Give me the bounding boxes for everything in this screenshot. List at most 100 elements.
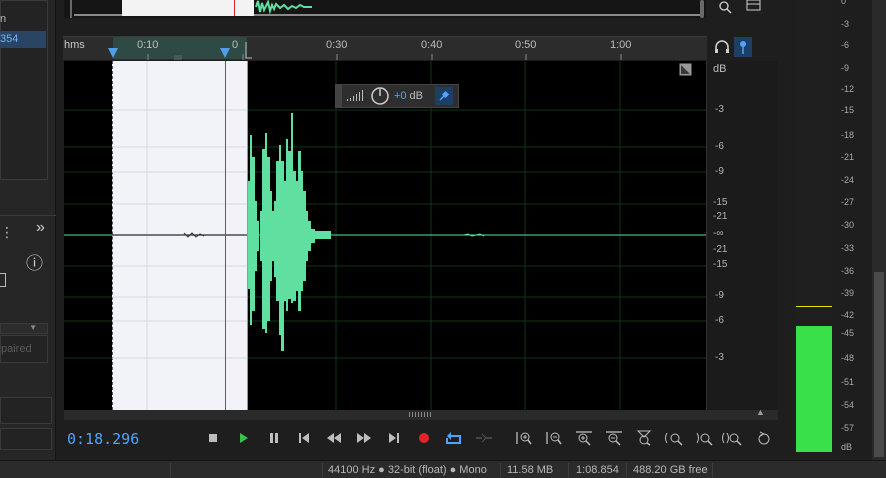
meter-label: -30 <box>841 220 855 230</box>
zoom-reset-icon <box>758 431 770 445</box>
volume-unit: dB <box>409 90 424 102</box>
headphones-icon[interactable] <box>714 40 730 54</box>
meter-label: -15 <box>841 105 855 115</box>
meter-label: dB <box>841 442 853 452</box>
waveform-editor[interactable] <box>64 61 706 410</box>
meter-label: -24 <box>841 175 855 185</box>
zoom-in-time-icon <box>576 431 592 446</box>
ruler-tick-label: 0 <box>232 39 239 51</box>
meter-label: -6 <box>841 40 850 50</box>
info-icon[interactable]: ⓘ <box>26 249 43 274</box>
skip-back-icon <box>299 433 309 443</box>
playhead-marker[interactable] <box>218 44 232 60</box>
transport-bar <box>56 425 786 453</box>
record-button[interactable] <box>412 425 436 451</box>
volume-hud[interactable]: +0 dB <box>335 84 459 108</box>
pin-icon <box>439 90 450 101</box>
amplitude-scale[interactable]: dB -3 -6 -9 -15 -21 -∞ -21 -15 -9 -6 -3 <box>706 61 778 410</box>
scroll-up-arrow[interactable]: ▲ <box>756 407 765 417</box>
fast-forward-button[interactable] <box>352 425 376 451</box>
rewind-button[interactable] <box>322 425 346 451</box>
zoom-in-left-icon <box>696 432 713 446</box>
files-panel: n 354 ⋮ » ⓘ ▼ paired <box>0 0 56 460</box>
panel-box <box>0 428 52 450</box>
overview-handle-left[interactable] <box>70 0 72 18</box>
disabled-field-label: paired <box>1 343 32 355</box>
status-separator <box>170 463 171 477</box>
overview-playhead <box>234 0 235 16</box>
skip-to-start-button[interactable] <box>292 425 316 451</box>
stop-button[interactable] <box>201 425 225 451</box>
horizontal-scrollbar[interactable]: ▲ <box>64 407 778 420</box>
level-bars-icon <box>347 90 363 101</box>
record-icon <box>419 433 429 443</box>
zoom-to-selection-icon[interactable] <box>716 0 736 14</box>
meter-label: -51 <box>841 377 855 387</box>
overview-navigator[interactable] <box>64 0 706 18</box>
zoom-out-time-button[interactable] <box>602 425 626 451</box>
stop-icon <box>209 434 217 442</box>
zoom-in-left-edge-button[interactable] <box>692 425 716 451</box>
file-list-selected-row[interactable]: 354 <box>0 31 46 48</box>
amplitude-label: -6 <box>715 315 724 326</box>
amplitude-label: -21 <box>713 244 728 255</box>
time-format-label[interactable]: hms <box>64 39 85 51</box>
list-icon[interactable]: ⋮ <box>0 224 14 241</box>
rewind-icon <box>327 433 341 443</box>
amplitude-label: -9 <box>715 290 724 301</box>
selection-end-marker[interactable] <box>244 40 254 60</box>
pin-hud-button[interactable] <box>435 87 454 105</box>
expand-corner-icon[interactable] <box>679 63 692 76</box>
overview-handle-right[interactable] <box>700 0 704 18</box>
level-meter <box>795 0 833 452</box>
meter-label: -36 <box>841 266 855 276</box>
zoom-selection-button[interactable] <box>662 425 686 451</box>
vertical-scrollbar[interactable] <box>872 0 886 460</box>
file-list-item-label: n <box>0 13 7 25</box>
status-bar: 44100 Hz ● 32-bit (float) ● Mono 11.58 M… <box>0 460 886 478</box>
ruler-tick-label: 0:40 <box>421 39 443 51</box>
amplitude-label: -15 <box>713 197 728 208</box>
meter-label: -54 <box>841 400 855 410</box>
skip-silence-button[interactable] <box>472 425 496 451</box>
clipboard-icon[interactable] <box>0 273 6 287</box>
waveform-grid <box>64 61 706 410</box>
play-button[interactable] <box>231 425 255 451</box>
file-list[interactable] <box>0 0 48 180</box>
meter-label: -42 <box>841 310 855 320</box>
loop-playback-button[interactable] <box>442 425 466 451</box>
zoom-full-button[interactable] <box>632 425 656 451</box>
pause-button[interactable] <box>262 425 286 451</box>
zoom-in-amplitude-button[interactable] <box>512 425 536 451</box>
dropdown-header[interactable]: ▼ <box>0 323 48 334</box>
scroll-thumb[interactable] <box>874 272 884 457</box>
amplitude-label: -6 <box>715 141 724 152</box>
ruler-tick-label: 0:30 <box>326 39 348 51</box>
pin-marker-button[interactable] <box>734 37 752 57</box>
selection-start-marker[interactable] <box>106 44 120 60</box>
skip-to-end-button[interactable] <box>382 425 406 451</box>
volume-knob[interactable] <box>370 86 390 106</box>
menu-icon[interactable] <box>746 0 762 12</box>
pin-icon <box>740 41 746 54</box>
zoom-in-right-edge-button[interactable] <box>720 425 744 451</box>
hud-drag-handle[interactable] <box>336 85 342 107</box>
amplitude-label: -3 <box>715 352 724 363</box>
zoom-in-time-button[interactable] <box>572 425 596 451</box>
zoom-out-amplitude-button[interactable] <box>542 425 566 451</box>
ruler-tick-label: 1:00 <box>610 39 632 51</box>
amplitude-label: -3 <box>715 104 724 115</box>
selection-end-line <box>247 61 248 410</box>
expand-panel-button[interactable]: » <box>36 219 45 237</box>
zoom-full-icon <box>636 430 652 446</box>
skip-silence-icon <box>476 433 492 443</box>
volume-value[interactable]: +0 <box>394 90 407 102</box>
selected-file-label: 354 <box>0 33 19 45</box>
file-size-status: 11.58 MB <box>507 464 554 476</box>
zoom-out-time-icon <box>606 431 622 446</box>
audio-format-status: 44100 Hz ● 32-bit (float) ● Mono <box>328 464 487 476</box>
zoom-reset-button[interactable] <box>752 425 776 451</box>
scroll-grip[interactable] <box>409 412 433 417</box>
play-icon <box>240 433 248 443</box>
meter-label: -27 <box>841 197 855 207</box>
